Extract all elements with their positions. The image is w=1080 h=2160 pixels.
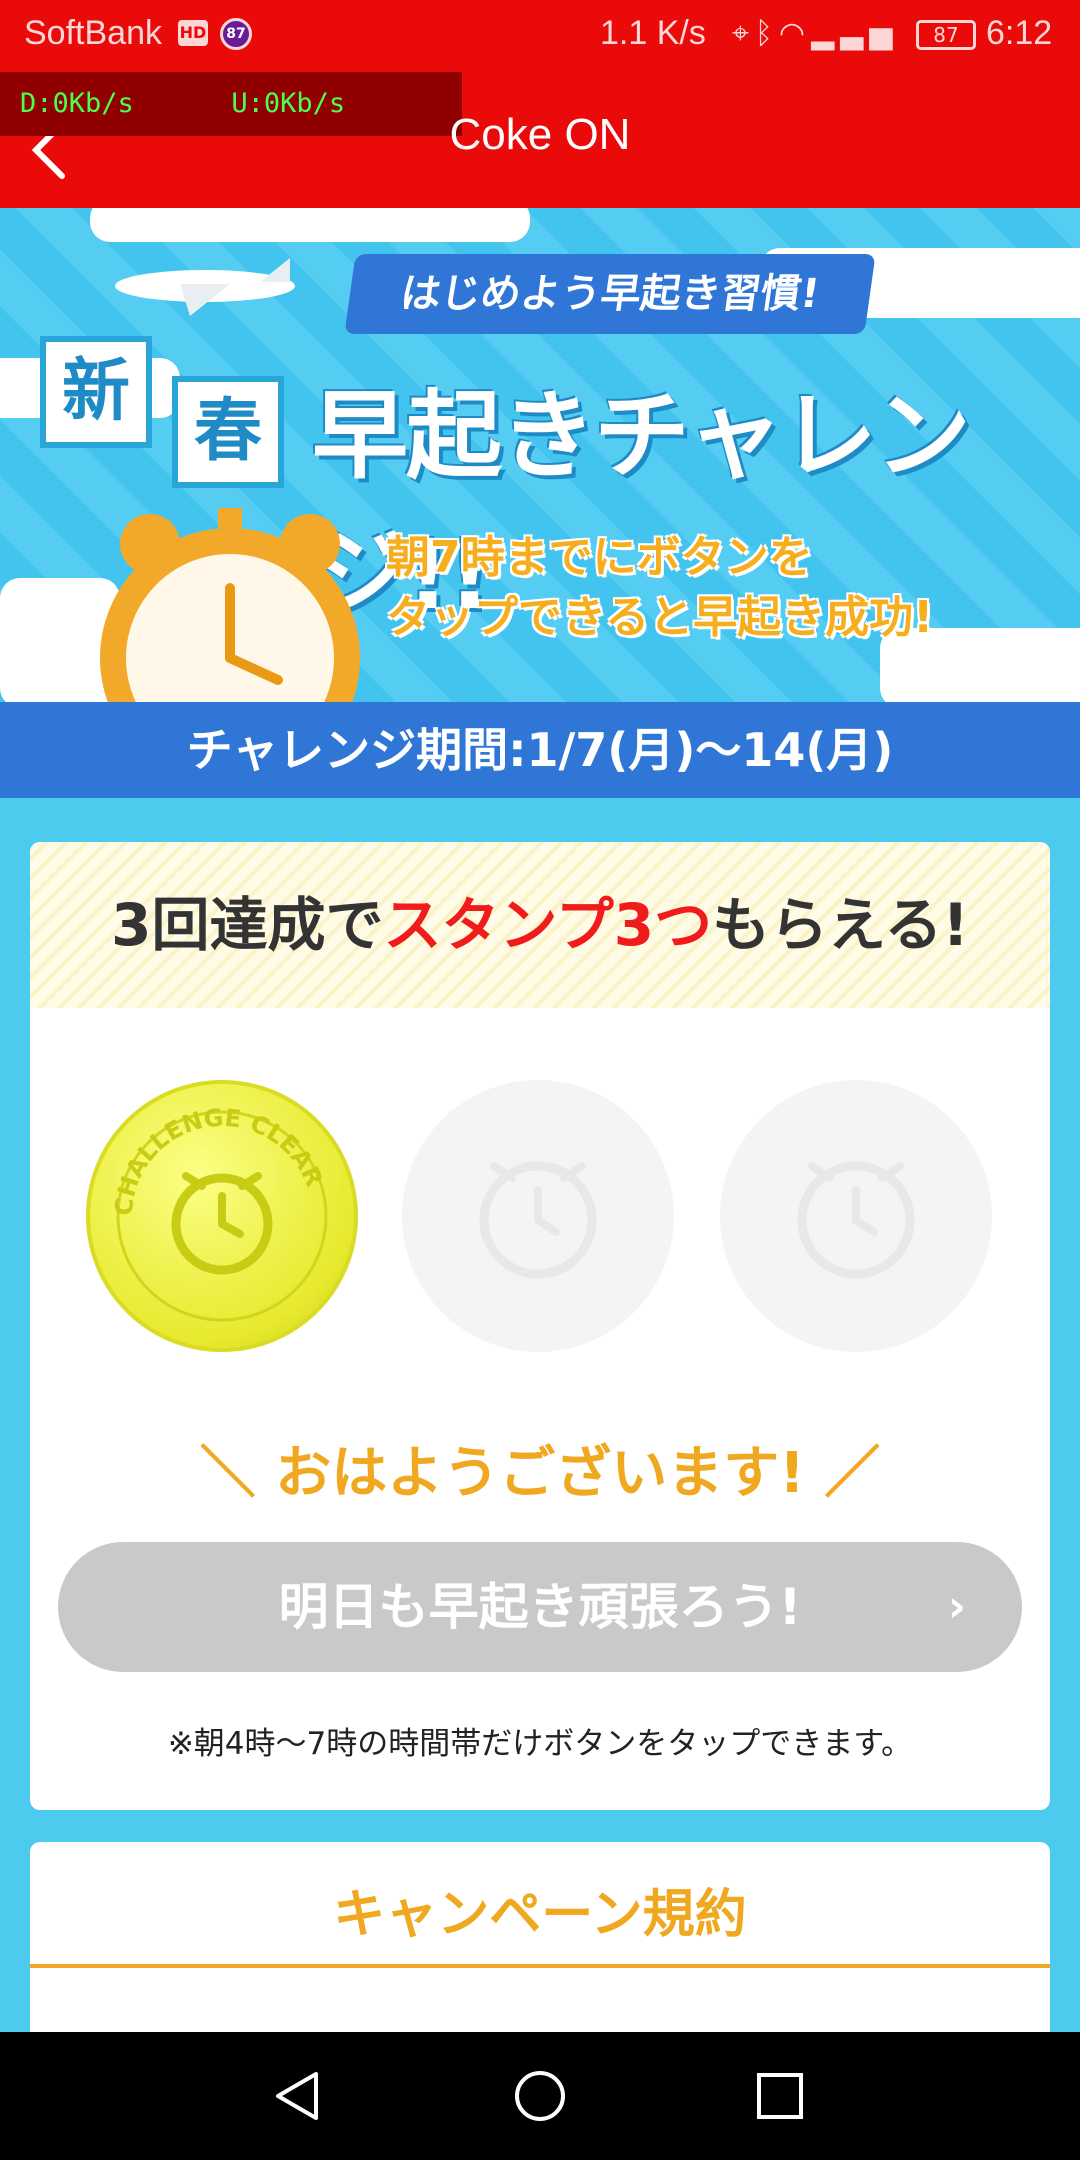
stamp-3-empty: [720, 1080, 992, 1352]
campaign-terms-title: キャンペーン規約: [333, 1885, 747, 1945]
hero-description-line-1: 朝7時までにボタンを: [386, 532, 813, 583]
challenge-clear-stamp-icon: CHALLENGE CLEAR: [110, 1104, 328, 1322]
challenge-card: 3回達成でスタンプ3つもらえる! CHALLENGE CLEAR ＼ おはようご…: [30, 842, 1050, 1810]
status-bar: SoftBank HD 87 1.1 K/s ⌖ᛒ◠▂▃▅ 87 6:12: [0, 0, 1080, 72]
system-nav-bar: [0, 2032, 1080, 2160]
signal-icon: ▂▃▅: [811, 16, 899, 51]
hero-tagline: はじめよう早起き習慣!: [344, 254, 876, 334]
hd-icon: HD: [178, 20, 208, 46]
triangle-back-icon: [276, 2072, 318, 2120]
airplane-icon: [115, 258, 295, 316]
alarm-clock-placeholder-icon: [797, 1161, 915, 1279]
alarm-clock-placeholder-icon: [479, 1161, 597, 1279]
reward-headline-accent: スタンプ3つ: [383, 891, 713, 959]
greeting-message: ＼ おはようございます! ／: [199, 1441, 881, 1506]
reward-headline-suffix: もらえる!: [712, 891, 969, 959]
hero-tile-haru: 春: [172, 376, 284, 488]
divider: [30, 1964, 1050, 1968]
campaign-hero-banner: はじめよう早起き習慣! 新 春 早起きチャレンジ!! 朝7時までにボタンを タッ…: [0, 208, 1080, 702]
page-title: Coke ON: [449, 110, 631, 159]
reward-headline-prefix: 3回達成で: [111, 891, 384, 959]
wifi-icon: ◠: [778, 16, 812, 51]
wake-up-button-label: 明日も早起き頑張ろう!: [278, 1578, 802, 1636]
stamp-2-empty: [402, 1080, 674, 1352]
app-bar: D:0Kb/s U:0Kb/s Coke ON: [0, 72, 1080, 208]
challenge-period-banner: チャレンジ期間:1/7(月)〜14(月): [0, 702, 1080, 798]
battery-indicator: 87: [916, 20, 976, 50]
bluetooth-icon: ᛒ: [754, 16, 779, 51]
stamp-1-cleared: CHALLENGE CLEAR: [86, 1080, 358, 1352]
cloud-decoration: [90, 208, 530, 242]
network-speed: 1.1 K/s: [600, 14, 706, 52]
time-window-note: ※朝4時〜7時の時間帯だけボタンをタップできます。: [167, 1726, 913, 1762]
alarm-clock-icon: [100, 508, 360, 702]
notification-badge: 87: [220, 18, 252, 50]
location-icon: ⌖: [732, 16, 755, 51]
status-icons: ⌖ᛒ◠▂▃▅: [732, 16, 898, 51]
nav-recent-button[interactable]: [750, 2066, 810, 2126]
nav-back-button[interactable]: [268, 2066, 328, 2126]
carrier-label: SoftBank: [24, 14, 162, 52]
hero-tile-shin: 新: [40, 336, 152, 448]
square-recent-icon: [757, 2073, 803, 2119]
chevron-right-icon: ›: [947, 1581, 966, 1632]
circle-home-icon: [515, 2071, 565, 2121]
wake-up-button[interactable]: 明日も早起き頑張ろう! ›: [58, 1542, 1022, 1672]
reward-headline: 3回達成でスタンプ3つもらえる!: [30, 842, 1050, 1008]
clock-time: 6:12: [986, 14, 1053, 52]
nav-home-button[interactable]: [510, 2066, 570, 2126]
hero-description-line-2: タップできると早起き成功!: [386, 592, 934, 643]
hero-description: 朝7時までにボタンを タップできると早起き成功!: [386, 528, 933, 648]
